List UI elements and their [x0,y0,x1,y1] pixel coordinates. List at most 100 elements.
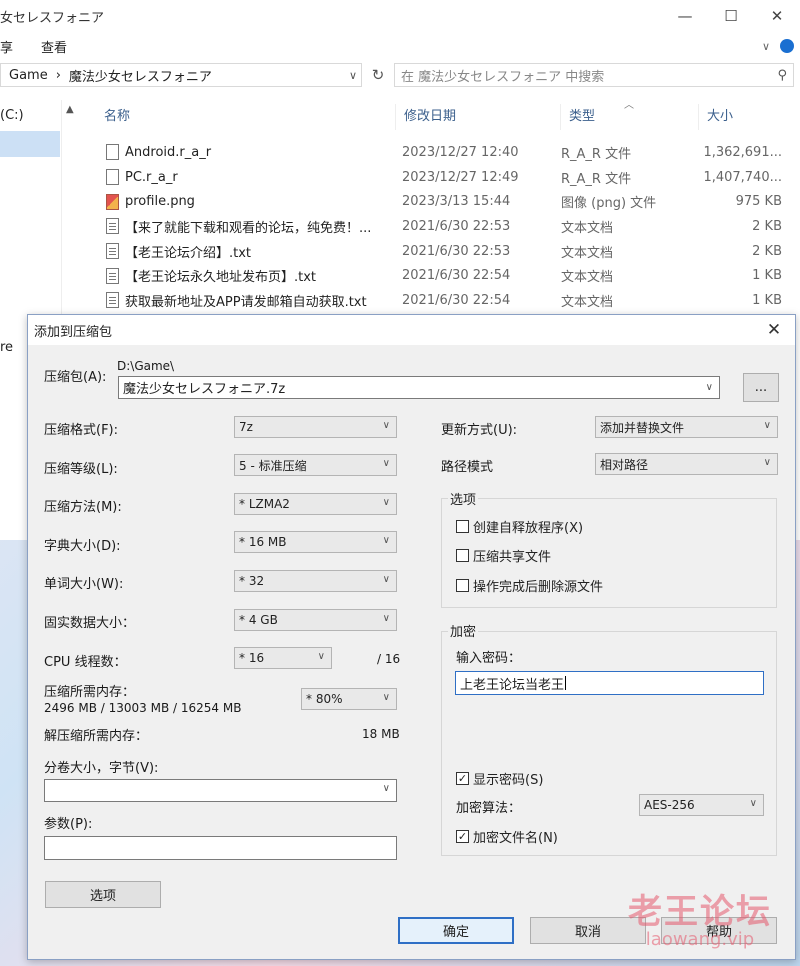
file-size: 1,407,740... [703,169,782,185]
column-name[interactable]: 名称 [96,104,396,130]
password-input[interactable]: 上老王论坛当老王 [455,671,764,695]
chevron-down-icon: ∨ [382,783,390,794]
file-row[interactable]: Android.r_a_r 2023/12/27 12:40 R_A_R 文件 … [96,140,800,165]
file-size: 2 KB [752,243,782,259]
parameters-input[interactable] [44,836,397,860]
close-icon[interactable]: ✕ [753,320,795,340]
file-date: 2023/12/27 12:40 [402,144,519,160]
update-mode-select[interactable]: 添加并替换文件 ∨ [595,416,778,438]
method-label: 压缩方法(M): [44,500,122,515]
file-size: 2 KB [752,218,782,234]
expand-ribbon-icon[interactable]: ∨ [762,40,770,53]
breadcrumb-folder[interactable]: 魔法少女セレスフォニア [69,66,212,85]
cpu-threads-max: / 16 [377,652,401,666]
text-file-icon [106,218,119,235]
column-size[interactable]: 大小 [699,104,800,130]
refresh-icon[interactable]: ↻ [368,63,388,87]
text-file-icon [106,243,119,260]
close-icon[interactable]: ✕ [754,0,800,32]
method-select[interactable]: * LZMA2 ∨ [234,493,397,515]
minimize-icon[interactable]: — [662,0,708,32]
file-row[interactable]: 【来了就能下载和观看的论坛，纯免费！... 2021/6/30 22:53 文本… [96,214,800,239]
file-date: 2021/6/30 22:54 [402,268,511,284]
encryption-group-label: 加密 [448,621,479,640]
file-row[interactable]: profile.png 2023/3/13 15:44 图像 (png) 文件 … [96,189,800,214]
nav-item-truncated[interactable]: re [0,340,13,355]
path-mode-label: 路径模式 [441,460,494,475]
chevron-down-icon[interactable]: ∨ [706,382,713,393]
delete-after-label: 操作完成后删除源文件 [473,580,604,595]
search-icon[interactable]: ⚲ [777,68,787,83]
file-date: 2023/3/13 15:44 [402,194,511,210]
chevron-down-icon: ∨ [763,420,771,431]
ok-button[interactable]: 确定 [398,917,514,944]
file-row[interactable]: 【老王论坛介绍】.txt 2021/6/30 22:53 文本文档 2 KB [96,239,800,264]
chevron-down-icon[interactable]: ∨ [349,69,357,82]
file-row[interactable]: 【老王论坛永久地址发布页】.txt 2021/6/30 22:54 文本文档 1… [96,263,800,288]
checkbox-unchecked-icon[interactable] [456,579,469,592]
chevron-down-icon: ∨ [382,574,390,585]
file-row[interactable]: PC.r_a_r 2023/12/27 12:49 R_A_R 文件 1,407… [96,165,800,190]
checkbox-unchecked-icon[interactable] [456,549,469,562]
level-value: 5 - 标准压缩 [239,458,307,473]
cpu-threads-value: * 16 [239,651,265,665]
solid-block-select[interactable]: * 4 GB ∨ [234,609,397,631]
decompress-memory-value: 18 MB [362,727,400,741]
file-name: 【老王论坛永久地址发布页】.txt [125,270,317,286]
tab-view[interactable]: 查看 [41,37,67,56]
encrypt-names-checkbox[interactable]: ✓ 加密文件名(N) [456,827,558,846]
password-value: 上老王论坛当老王 [460,677,565,693]
file-type: 文本文档 [561,270,614,286]
show-password-checkbox[interactable]: ✓ 显示密码(S) [456,769,543,788]
text-file-icon [106,292,119,309]
compress-shared-label: 压缩共享文件 [473,550,552,565]
chevron-down-icon: ∨ [382,458,390,469]
format-select[interactable]: 7z ∨ [234,416,397,438]
column-headers: 名称 修改日期 类型 大小 [96,104,800,130]
address-bar[interactable]: Game › 魔法少女セレスフォニア ∨ [0,63,362,87]
file-type: R_A_R 文件 [561,171,632,187]
maximize-icon[interactable]: ☐ [708,0,754,32]
breadcrumb-game[interactable]: Game [9,68,48,83]
chevron-down-icon: ∨ [749,798,757,809]
path-mode-select[interactable]: 相对路径 ∨ [595,453,778,475]
browse-button[interactable]: ... [743,373,779,402]
encryption-method-label: 加密算法： [456,801,522,816]
column-date[interactable]: 修改日期 [396,104,561,130]
file-name: 【来了就能下载和观看的论坛，纯免费！... [125,220,372,236]
archive-label: 压缩包(A): [44,370,107,385]
encryption-method-select[interactable]: AES-256 ∨ [639,794,764,816]
tab-share[interactable]: 享 [0,37,13,56]
chevron-down-icon: ∨ [382,420,390,431]
file-list: Android.r_a_r 2023/12/27 12:40 R_A_R 文件 … [96,140,800,313]
checkbox-checked-icon[interactable]: ✓ [456,830,469,843]
word-size-label: 单词大小(W): [44,577,124,592]
checkbox-checked-icon[interactable]: ✓ [456,772,469,785]
archive-name-input[interactable]: 魔法少女セレスフォニア.7z ∨ [118,376,720,399]
dictionary-select[interactable]: * 16 MB ∨ [234,531,397,553]
memory-percent-select[interactable]: * 80% ∨ [301,688,397,710]
file-row[interactable]: 获取最新地址及APP请发邮箱自动获取.txt 2021/6/30 22:54 文… [96,288,800,313]
help-icon[interactable] [780,39,794,53]
compress-shared-checkbox[interactable]: 压缩共享文件 [456,546,551,565]
column-type[interactable]: 类型 [561,104,699,130]
watermark: 老王论坛 laowang.vip [628,884,772,950]
nav-item-drive-c[interactable]: (C:) [0,100,61,123]
nav-item-selected[interactable] [0,131,60,157]
options-button[interactable]: 选项 [45,881,161,908]
delete-after-checkbox[interactable]: 操作完成后删除源文件 [456,576,603,595]
checkbox-unchecked-icon[interactable] [456,520,469,533]
create-sfx-checkbox[interactable]: 创建自释放程序(X) [456,517,583,536]
split-size-select[interactable]: ∨ [44,779,397,802]
archive-path: D:\Game\ [117,359,175,373]
chevron-down-icon: ∨ [382,692,390,703]
breadcrumb-separator: › [55,67,61,83]
scroll-up-icon[interactable]: ▲ [66,104,74,115]
memory-percent-value: * 80% [306,692,343,706]
level-select[interactable]: 5 - 标准压缩 ∨ [234,454,397,476]
watermark-url: laowang.vip [645,929,755,950]
search-input[interactable]: 在 魔法少女セレスフォニア 中搜索 ⚲ [394,63,794,87]
word-size-select[interactable]: * 32 ∨ [234,570,397,592]
cpu-threads-select[interactable]: * 16 ∨ [234,647,332,669]
search-placeholder: 在 魔法少女セレスフォニア 中搜索 [401,69,605,85]
